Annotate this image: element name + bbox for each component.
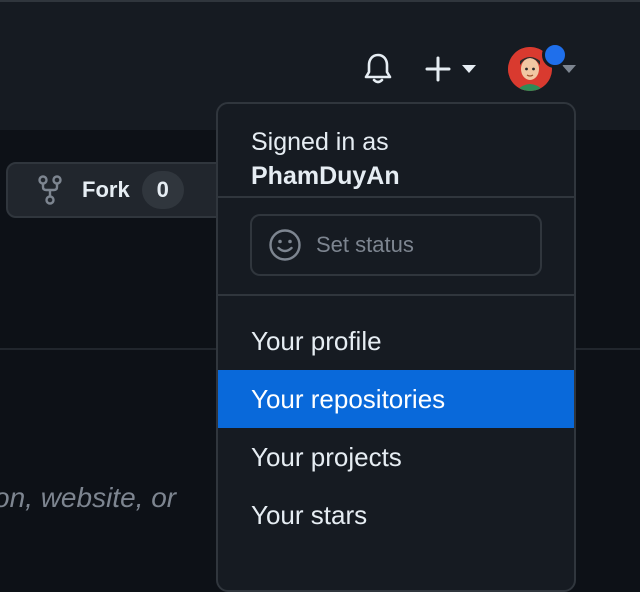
set-status-button[interactable]: Set status <box>250 214 542 276</box>
fork-count-badge: 0 <box>141 171 184 209</box>
fork-button[interactable]: Fork 0 <box>6 162 236 218</box>
chevron-down-icon <box>462 65 476 73</box>
dropdown-menu-list: Your profile Your repositories Your proj… <box>218 296 574 544</box>
signed-in-label: Signed in as <box>251 128 389 156</box>
menu-item-your-repositories[interactable]: Your repositories <box>218 370 574 428</box>
status-section: Set status <box>218 198 574 296</box>
menu-item-your-stars[interactable]: Your stars <box>218 486 574 544</box>
user-dropdown-menu: Signed in as PhamDuyAn Set status Your p… <box>216 102 576 592</box>
username[interactable]: PhamDuyAn <box>251 158 574 194</box>
smiley-icon <box>269 229 301 261</box>
plus-icon <box>425 56 451 82</box>
bell-icon <box>364 53 392 84</box>
chevron-down-icon <box>562 65 576 73</box>
create-new-button[interactable] <box>424 49 484 89</box>
signed-in-header: Signed in as PhamDuyAn <box>218 104 574 198</box>
fork-icon <box>38 175 62 205</box>
menu-item-your-profile[interactable]: Your profile <box>218 312 574 370</box>
fork-label: Fork <box>82 177 130 202</box>
menu-item-your-projects[interactable]: Your projects <box>218 428 574 486</box>
description-placeholder: on, website, or <box>0 482 177 513</box>
set-status-label: Set status <box>316 232 414 257</box>
notifications-button[interactable] <box>360 49 396 89</box>
notification-indicator <box>542 42 568 68</box>
